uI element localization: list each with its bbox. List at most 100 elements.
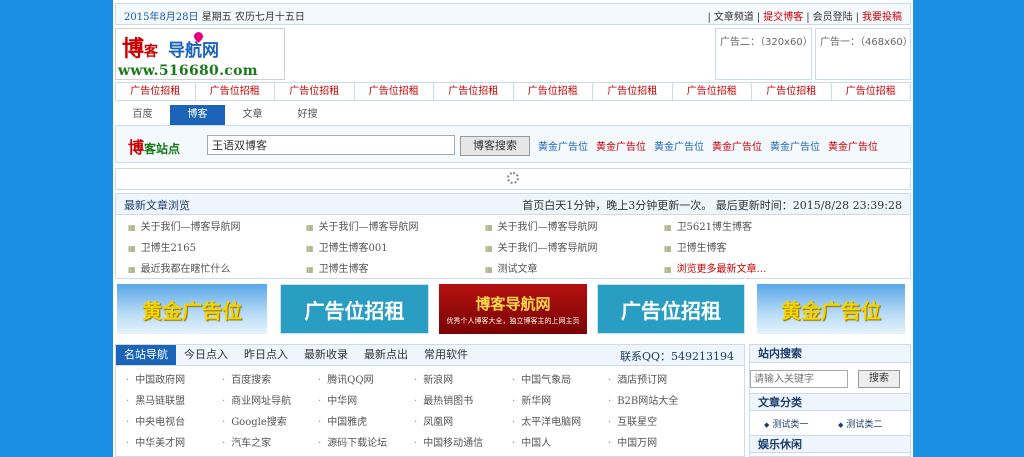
nav-tab[interactable]: 常用软件 bbox=[416, 345, 476, 365]
text-ad-cell[interactable]: 广告位招租 bbox=[514, 83, 593, 100]
nav-link[interactable]: 中国气象局 bbox=[512, 371, 571, 386]
nav-tab[interactable]: 最新收录 bbox=[296, 345, 356, 365]
nav-link[interactable]: 商业网址导航 bbox=[222, 392, 291, 407]
ad-slot-1[interactable]: 广告一：（468x60） bbox=[815, 28, 913, 80]
text-ad-cell[interactable]: 广告位招租 bbox=[355, 83, 434, 100]
banner-text: 广告位招租 bbox=[621, 298, 721, 323]
nav-link[interactable]: 中国人 bbox=[512, 434, 551, 449]
nav-link[interactable]: Google搜索 bbox=[222, 413, 287, 428]
banner-text: 博客导航网 bbox=[475, 294, 551, 313]
search-logo: 博客站点 bbox=[128, 138, 181, 157]
text-ad-cell[interactable]: 广告位招租 bbox=[275, 83, 355, 100]
nav-tab[interactable]: 名站导航 bbox=[116, 345, 176, 365]
nav-link[interactable]: 中华网 bbox=[318, 392, 357, 407]
banner-row: 黄金广告位 广告位招租 博客导航网 优秀个人博客大全，独立博客主的上网主页 广告位招租 黄… bbox=[117, 284, 911, 334]
text-ad-row: 广告位招租 广告位招租 广告位招租 广告位招租 广告位招租 广告位招租 广告位招租 广告位招租… bbox=[115, 82, 911, 101]
banner-text: 黄金广告位 bbox=[142, 298, 242, 323]
nav-link[interactable]: 腾讯QQ网 bbox=[318, 371, 373, 386]
top-link[interactable]: 文章频道 bbox=[714, 12, 754, 23]
contact-qq: 联系QQ：549213194 bbox=[619, 350, 734, 363]
nav-link[interactable]: 中国政府网 bbox=[126, 371, 185, 386]
gold-ad-link[interactable]: 黄金广告位 bbox=[654, 138, 704, 153]
article-link[interactable]: 卫5621博生博客 bbox=[664, 218, 752, 233]
loading-spinner-icon bbox=[507, 172, 519, 184]
gold-ad-link[interactable]: 黄金广告位 bbox=[538, 138, 588, 153]
nav-link[interactable]: 互联星空 bbox=[608, 413, 657, 428]
banner-ad[interactable]: 广告位招租 bbox=[597, 284, 745, 334]
article-link[interactable]: 关于我们—博客导航网 bbox=[485, 239, 598, 254]
site-navigation: 名站导航 今日点入 昨日点入 最新收录 最新点出 常用软件 联系QQ：549213194 … bbox=[115, 344, 745, 457]
gold-ad-link[interactable]: 黄金广告位 bbox=[770, 138, 820, 153]
latest-header: 最新文章浏览 首页白天1分钟，晚上3分钟更新一次。 最后更新时间：2015/8/… bbox=[116, 194, 910, 215]
text-ad-cell[interactable]: 广告位招租 bbox=[673, 83, 752, 100]
nav-link[interactable]: 太平洋电脑网 bbox=[512, 413, 581, 428]
nav-link[interactable]: 中国移动通信 bbox=[414, 434, 483, 449]
nav-link[interactable]: 酒店预订网 bbox=[608, 371, 667, 386]
nav-link[interactable]: 源码下载论坛 bbox=[318, 434, 387, 449]
banner-ad[interactable]: 黄金广告位 bbox=[757, 284, 905, 334]
article-link[interactable]: 最近我都在瞎忙什么 bbox=[128, 260, 231, 275]
blog-search-button[interactable]: 博客搜索 bbox=[460, 136, 530, 156]
top-link[interactable]: 会员登陆 bbox=[813, 12, 853, 23]
search-tab[interactable]: 好搜 bbox=[280, 105, 335, 125]
nav-tab[interactable]: 今日点入 bbox=[176, 345, 236, 365]
category-item[interactable]: 测试类二 bbox=[838, 417, 882, 430]
update-note: 首页白天1分钟，晚上3分钟更新一次。 最后更新时间：2015/8/28 23:3… bbox=[522, 199, 902, 212]
nav-link[interactable]: 中国万网 bbox=[608, 434, 657, 449]
text-ad-cell[interactable]: 广告位招租 bbox=[752, 83, 832, 100]
top-link[interactable]: 我要投稿 bbox=[862, 12, 902, 23]
article-link[interactable]: 关于我们—博客导航网 bbox=[306, 218, 419, 233]
entertainment-title: 娱乐休闲 bbox=[750, 435, 910, 453]
site-search-button[interactable]: 搜索 bbox=[858, 370, 900, 388]
banner-ad[interactable]: 博客导航网 优秀个人博客大全，独立博客主的上网主页 bbox=[439, 284, 587, 334]
ad-slot-2[interactable]: 广告二：（320x60） bbox=[715, 28, 813, 80]
nav-tab[interactable]: 最新点出 bbox=[356, 345, 416, 365]
banner-ad[interactable]: 黄金广告位 bbox=[117, 284, 267, 334]
nav-link[interactable]: 中华美才网 bbox=[126, 434, 185, 449]
site-search-input[interactable] bbox=[750, 370, 848, 388]
search-tab[interactable]: 百度 bbox=[115, 105, 170, 125]
category-item[interactable]: 测试类一 bbox=[764, 417, 808, 430]
banner-text: 广告位招租 bbox=[304, 298, 405, 323]
gold-ad-links: 黄金广告位 黄金广告位 黄金广告位 黄金广告位 黄金广告位 黄金广告位 bbox=[538, 138, 878, 153]
sidebar: 站内搜索 搜索 文章分类 测试类一 测试类二 娱乐休闲 bbox=[749, 344, 911, 457]
article-link[interactable]: 卫博生博客001 bbox=[306, 239, 388, 254]
loading-bar bbox=[115, 168, 911, 190]
nav-link[interactable]: 百度搜索 bbox=[222, 371, 271, 386]
nav-tab[interactable]: 昨日点入 bbox=[236, 345, 296, 365]
search-input[interactable] bbox=[207, 135, 455, 155]
logo-title: 博客 导航网 bbox=[122, 36, 220, 62]
article-link[interactable]: 关于我们—博客导航网 bbox=[485, 218, 598, 233]
article-link[interactable]: 卫博生博客 bbox=[664, 239, 727, 254]
gold-ad-link[interactable]: 黄金广告位 bbox=[712, 138, 762, 153]
search-tab[interactable]: 博客 bbox=[170, 105, 225, 125]
nav-link[interactable]: 黑马链联盟 bbox=[126, 392, 185, 407]
top-link[interactable]: 提交博客 bbox=[763, 12, 803, 23]
nav-link[interactable]: 中央电视台 bbox=[126, 413, 185, 428]
article-link[interactable]: 关于我们—博客导航网 bbox=[128, 218, 241, 233]
nav-link[interactable]: B2B网站大全 bbox=[608, 392, 678, 407]
nav-link[interactable]: 新华网 bbox=[512, 392, 551, 407]
banner-text: 黄金广告位 bbox=[781, 298, 881, 323]
nav-link[interactable]: 汽车之家 bbox=[222, 434, 271, 449]
gold-ad-link[interactable]: 黄金广告位 bbox=[828, 138, 878, 153]
article-link[interactable]: 卫博生博客 bbox=[306, 260, 369, 275]
nav-link[interactable]: 凤凰网 bbox=[414, 413, 453, 428]
text-ad-cell[interactable]: 广告位招租 bbox=[593, 83, 673, 100]
text-ad-cell[interactable]: 广告位招租 bbox=[832, 83, 911, 100]
text-ad-cell[interactable]: 广告位招租 bbox=[434, 83, 514, 100]
top-bar: 2015年8月28日 星期五 农历七月十五日 | 文章频道 | 提交博客 | 会员登陆 | 我… bbox=[115, 3, 911, 25]
search-tab[interactable]: 文章 bbox=[225, 105, 280, 125]
article-link[interactable]: 卫博生2165 bbox=[128, 239, 196, 254]
more-articles-link[interactable]: 浏览更多最新文章… bbox=[664, 260, 767, 275]
site-logo[interactable]: 博客 导航网 www.516680.com bbox=[115, 28, 285, 80]
text-ad-cell[interactable]: 广告位招租 bbox=[116, 83, 196, 100]
text-ad-cell[interactable]: 广告位招租 bbox=[196, 83, 275, 100]
separator: | bbox=[707, 12, 711, 23]
gold-ad-link[interactable]: 黄金广告位 bbox=[596, 138, 646, 153]
nav-link[interactable]: 新浪网 bbox=[414, 371, 453, 386]
nav-link[interactable]: 中国雅虎 bbox=[318, 413, 367, 428]
nav-link[interactable]: 最热销图书 bbox=[414, 392, 473, 407]
banner-ad[interactable]: 广告位招租 bbox=[280, 284, 429, 334]
article-link[interactable]: 测试文章 bbox=[485, 260, 538, 275]
